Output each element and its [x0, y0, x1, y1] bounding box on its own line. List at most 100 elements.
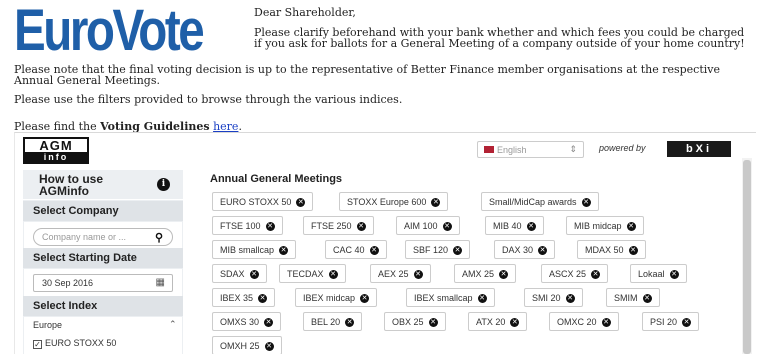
starting-date-input[interactable]: 30 Sep 2016 ▦	[33, 274, 173, 292]
index-chip[interactable]: CAC 40 ✕	[325, 240, 387, 259]
index-chip[interactable]: SBF 120 ✕	[405, 240, 471, 259]
chip-label: TECDAX	[287, 269, 324, 279]
chip-label: SMIM	[614, 293, 638, 303]
page-scrollbar[interactable]	[742, 158, 752, 354]
remove-icon[interactable]: ✕	[499, 270, 509, 279]
index-chip[interactable]: SMIM ✕	[606, 288, 660, 307]
remove-icon[interactable]: ✕	[591, 270, 601, 279]
filter-instructions: Please use the filters provided to brows…	[14, 93, 403, 106]
index-chip[interactable]: MIB 40 ✕	[485, 216, 544, 235]
index-chip[interactable]: IBEX smallcap ✕	[406, 288, 495, 307]
language-select[interactable]: English ⇕	[477, 141, 584, 158]
remove-icon[interactable]: ✕	[264, 318, 274, 327]
remove-icon[interactable]: ✕	[477, 294, 487, 303]
index-chip[interactable]: SDAX ✕	[212, 264, 267, 283]
remove-icon[interactable]: ✕	[413, 270, 423, 279]
select-company-header: Select Company	[23, 201, 183, 221]
index-chip[interactable]: AIM 100 ✕	[396, 216, 460, 235]
index-chip[interactable]: STOXX Europe 600 ✕	[339, 192, 449, 211]
index-chip[interactable]: MIB smallcap ✕	[212, 240, 297, 259]
index-chip[interactable]: MIB midcap ✕	[566, 216, 644, 235]
agm-logo-top: AGM	[39, 138, 73, 153]
remove-icon[interactable]: ✕	[442, 222, 452, 231]
index-chip[interactable]: ASCX 25 ✕	[541, 264, 609, 283]
index-chip[interactable]: Lokaal ✕	[630, 264, 687, 283]
select-arrows-icon: ⇕	[569, 144, 577, 154]
greeting-text: Dear Shareholder,	[254, 6, 356, 19]
bxi-logo[interactable]: bXi	[667, 141, 731, 157]
index-chip[interactable]: ATX 20 ✕	[468, 312, 528, 331]
how-to-use-button[interactable]: How to use AGMinfo i	[23, 170, 183, 200]
voting-decision-note: Please note that the final voting decisi…	[14, 63, 720, 87]
remove-icon[interactable]: ✕	[431, 198, 441, 207]
filter-sidebar: How to use AGMinfo i Select Company Comp…	[23, 170, 183, 354]
remove-icon[interactable]: ✕	[345, 318, 355, 327]
calendar-icon[interactable]: ▦	[156, 277, 165, 288]
remove-icon[interactable]: ✕	[360, 294, 370, 303]
index-chip[interactable]: IBEX midcap ✕	[295, 288, 378, 307]
checkbox-icon[interactable]: ✓	[33, 340, 42, 349]
remove-icon[interactable]: ✕	[328, 270, 338, 279]
scrollbar-thumb[interactable]	[743, 160, 751, 354]
remove-icon[interactable]: ✕	[526, 222, 536, 231]
search-icon[interactable]: ⚲	[155, 231, 163, 244]
index-chip[interactable]: OMXC 20 ✕	[549, 312, 619, 331]
chevron-up-icon[interactable]: ⌃	[169, 319, 177, 330]
index-checkbox-item[interactable]: ✓ EURO STOXX 50	[33, 338, 117, 349]
chip-label: ATX 20	[476, 317, 506, 327]
language-value: English	[497, 145, 527, 155]
info-icon[interactable]: i	[157, 178, 170, 191]
remove-icon[interactable]: ✕	[581, 198, 591, 207]
index-chip[interactable]: SMI 20 ✕	[524, 288, 583, 307]
remove-icon[interactable]: ✕	[669, 270, 679, 279]
chip-label: IBEX midcap	[303, 293, 356, 303]
powered-by-text: powered by	[599, 143, 646, 153]
remove-icon[interactable]: ✕	[642, 294, 652, 303]
index-chip[interactable]: AEX 25 ✕	[370, 264, 431, 283]
remove-icon[interactable]: ✕	[428, 318, 438, 327]
agminfo-logo: AGM info	[23, 137, 89, 164]
index-chip[interactable]: FTSE 250 ✕	[303, 216, 374, 235]
remove-icon[interactable]: ✕	[279, 246, 289, 255]
remove-icon[interactable]: ✕	[249, 270, 259, 279]
remove-icon[interactable]: ✕	[356, 222, 366, 231]
index-chip[interactable]: AMX 25 ✕	[454, 264, 517, 283]
chip-label: DAX 30	[502, 245, 534, 255]
remove-icon[interactable]: ✕	[369, 246, 379, 255]
index-checkbox-label: EURO STOXX 50	[45, 338, 117, 348]
index-chip[interactable]: PSI 20 ✕	[642, 312, 700, 331]
agminfo-widget: AGM info English ⇕ powered by bXi How to…	[14, 132, 756, 354]
how-to-label: How to use AGMinfo	[39, 172, 104, 198]
index-chip[interactable]: IBEX 35 ✕	[212, 288, 276, 307]
remove-icon[interactable]: ✕	[453, 246, 463, 255]
index-chip[interactable]: TECDAX ✕	[279, 264, 346, 283]
select-index-header: Select Index	[23, 296, 183, 316]
index-chip[interactable]: MDAX 50 ✕	[577, 240, 646, 259]
remove-icon[interactable]: ✕	[258, 294, 268, 303]
select-date-header: Select Starting Date	[23, 248, 183, 268]
index-chip[interactable]: DAX 30 ✕	[494, 240, 556, 259]
remove-icon[interactable]: ✕	[628, 246, 638, 255]
index-chip[interactable]: BEL 20 ✕	[303, 312, 363, 331]
chip-label: OBX 25	[392, 317, 424, 327]
index-chip[interactable]: OMXH 25 ✕	[212, 336, 282, 354]
region-europe[interactable]: Europe	[33, 320, 62, 330]
remove-icon[interactable]: ✕	[510, 318, 520, 327]
company-search-input[interactable]: Company name or ... ⚲	[33, 228, 173, 246]
index-chip[interactable]: OMXS 30 ✕	[212, 312, 282, 331]
index-chip[interactable]: Small/MidCap awards ✕	[481, 192, 599, 211]
remove-icon[interactable]: ✕	[682, 318, 692, 327]
index-chip[interactable]: FTSE 100 ✕	[212, 216, 283, 235]
remove-icon[interactable]: ✕	[296, 198, 306, 207]
remove-icon[interactable]: ✕	[565, 294, 575, 303]
remove-icon[interactable]: ✕	[265, 222, 275, 231]
remove-icon[interactable]: ✕	[601, 318, 611, 327]
chip-label: PSI 20	[650, 317, 678, 327]
index-chip[interactable]: OBX 25 ✕	[384, 312, 446, 331]
chip-label: MIB 40	[493, 221, 522, 231]
index-chip[interactable]: EURO STOXX 50 ✕	[212, 192, 314, 211]
chip-label: IBEX smallcap	[414, 293, 473, 303]
remove-icon[interactable]: ✕	[538, 246, 548, 255]
remove-icon[interactable]: ✕	[264, 342, 274, 351]
remove-icon[interactable]: ✕	[626, 222, 636, 231]
